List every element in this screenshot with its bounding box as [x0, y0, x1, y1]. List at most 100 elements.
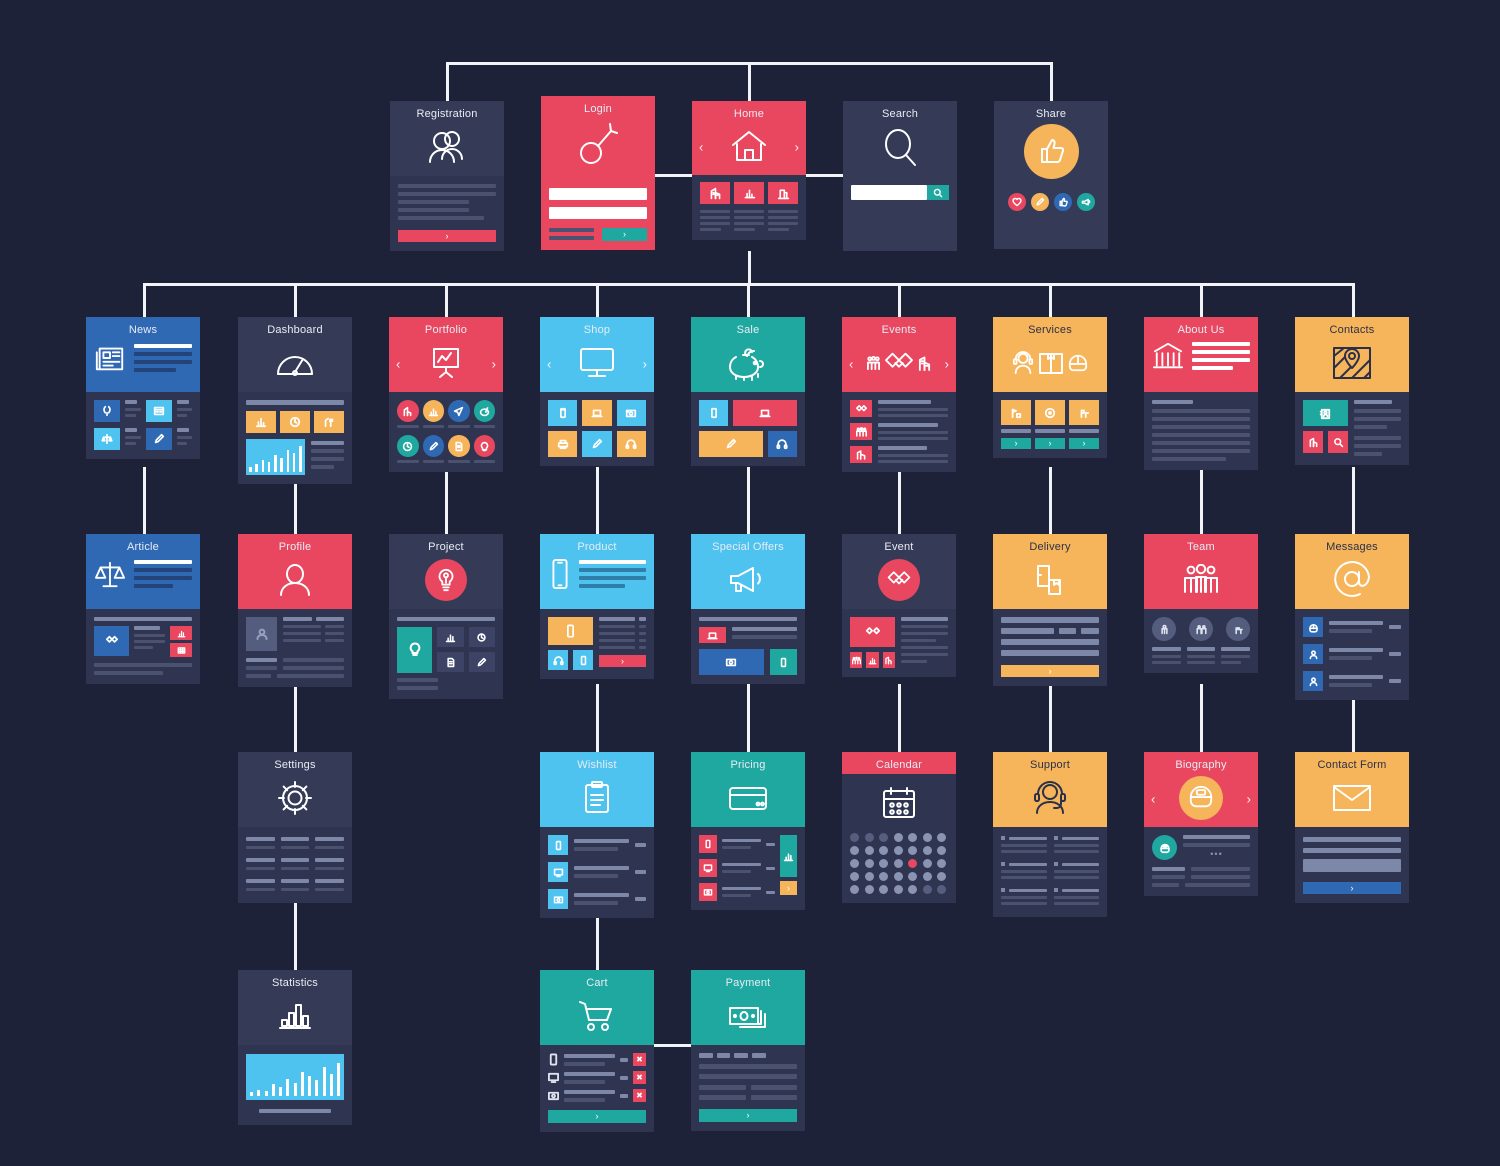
- card-messages[interactable]: Messages: [1295, 534, 1409, 700]
- card-login[interactable]: Login ›: [541, 96, 655, 250]
- share-reaction-heart[interactable]: [1007, 193, 1026, 211]
- cart-checkout-button[interactable]: ›: [548, 1110, 646, 1123]
- team-member-2[interactable]: [1189, 617, 1213, 641]
- portfolio-icon-6[interactable]: [422, 435, 444, 457]
- project-tile-pen[interactable]: [468, 652, 496, 672]
- portfolio-prev-arrow[interactable]: ‹: [396, 356, 400, 371]
- offers-tile-camera[interactable]: [699, 649, 764, 675]
- card-about-us[interactable]: About Us: [1144, 317, 1258, 470]
- events-row-icon-1[interactable]: [850, 400, 872, 417]
- sale-tile-pen[interactable]: [699, 431, 763, 457]
- home-prev-arrow[interactable]: ‹: [699, 139, 703, 154]
- services-tile-2[interactable]: [1035, 400, 1065, 425]
- messages-avatar-1[interactable]: [1303, 617, 1323, 637]
- product-thumb-phone[interactable]: [573, 650, 594, 670]
- card-search[interactable]: Search: [843, 101, 957, 251]
- cart-remove-button-1[interactable]: ✖: [633, 1053, 646, 1066]
- shop-tile-pen[interactable]: [582, 431, 612, 457]
- pricing-item-monitor[interactable]: [699, 859, 717, 877]
- card-wishlist[interactable]: Wishlist: [540, 752, 654, 918]
- services-cta-1[interactable]: ›: [1001, 438, 1031, 449]
- statistics-scrollbar[interactable]: [258, 1109, 332, 1113]
- card-biography[interactable]: Biography ‹ › •••: [1144, 752, 1258, 896]
- portfolio-icon-5[interactable]: [397, 435, 419, 457]
- pricing-item-camera[interactable]: [699, 883, 717, 901]
- portfolio-icon-2[interactable]: [422, 400, 444, 422]
- article-tile-handshake[interactable]: [94, 626, 130, 656]
- home-next-arrow[interactable]: ›: [795, 139, 799, 154]
- project-tile-chart[interactable]: [437, 627, 464, 647]
- card-pricing[interactable]: Pricing ›: [691, 752, 805, 910]
- contact-form-field-2[interactable]: [1303, 848, 1401, 853]
- project-tile-idea[interactable]: [397, 627, 433, 673]
- article-tile-chart[interactable]: [170, 626, 192, 640]
- card-events[interactable]: Events ‹ ›: [842, 317, 956, 472]
- services-cta-3[interactable]: ›: [1069, 438, 1099, 449]
- news-tile-scales[interactable]: [94, 428, 120, 450]
- biography-prev-arrow[interactable]: ‹: [1151, 791, 1155, 806]
- card-team[interactable]: Team: [1144, 534, 1258, 673]
- registration-submit-button[interactable]: ›: [398, 230, 496, 242]
- login-password-field[interactable]: [549, 207, 647, 219]
- payment-submit-button[interactable]: ›: [699, 1109, 797, 1122]
- pricing-compare-button[interactable]: [780, 835, 797, 877]
- contacts-tile-building[interactable]: [1303, 431, 1324, 453]
- product-image-main[interactable]: [548, 617, 594, 645]
- login-username-field[interactable]: [549, 188, 647, 200]
- card-article[interactable]: Article: [86, 534, 200, 684]
- biography-next-arrow[interactable]: ›: [1247, 791, 1251, 806]
- portfolio-next-arrow[interactable]: ›: [492, 356, 496, 371]
- shop-prev-arrow[interactable]: ‹: [547, 356, 551, 371]
- card-cart[interactable]: Cart ✖ ✖ ✖ ›: [540, 970, 654, 1132]
- article-tile-grid[interactable]: [170, 643, 192, 657]
- contacts-tile-search[interactable]: [1328, 431, 1349, 453]
- search-submit-button[interactable]: [927, 185, 949, 200]
- event-thumb-chart[interactable]: [866, 652, 879, 668]
- card-dashboard[interactable]: Dashboard: [238, 317, 352, 484]
- events-next-arrow[interactable]: ›: [945, 356, 949, 371]
- portfolio-icon-3[interactable]: [448, 400, 470, 422]
- team-member-3[interactable]: [1226, 617, 1250, 641]
- product-buy-button[interactable]: ›: [599, 655, 646, 667]
- sale-tile-phone[interactable]: [699, 400, 729, 426]
- events-prev-arrow[interactable]: ‹: [849, 356, 853, 371]
- card-event[interactable]: Event: [842, 534, 956, 677]
- card-support[interactable]: Support: [993, 752, 1107, 917]
- offers-tile-laptop[interactable]: [699, 627, 727, 643]
- card-delivery[interactable]: Delivery ›: [993, 534, 1107, 686]
- card-settings[interactable]: Settings: [238, 752, 352, 903]
- project-tile-doc[interactable]: [437, 652, 464, 672]
- portfolio-icon-7[interactable]: [448, 435, 470, 457]
- login-submit-button[interactable]: ›: [601, 228, 647, 241]
- card-news[interactable]: News: [86, 317, 200, 459]
- portfolio-icon-4[interactable]: [473, 400, 495, 422]
- offers-tile-phone[interactable]: [769, 649, 797, 675]
- services-tile-1[interactable]: [1001, 400, 1031, 425]
- event-thumb-building[interactable]: [882, 652, 896, 668]
- card-contacts[interactable]: Contacts: [1295, 317, 1409, 465]
- team-member-1[interactable]: [1152, 617, 1176, 641]
- news-tile-balloon[interactable]: [94, 400, 120, 422]
- shop-tile-headphones[interactable]: [616, 431, 646, 457]
- card-share[interactable]: Share: [994, 101, 1108, 249]
- card-product[interactable]: Product ›: [540, 534, 654, 679]
- project-tile-clock[interactable]: [468, 627, 496, 647]
- sale-tile-laptop[interactable]: [733, 400, 797, 426]
- shop-next-arrow[interactable]: ›: [643, 356, 647, 371]
- shop-tile-printer[interactable]: [548, 431, 578, 457]
- contact-form-message-field[interactable]: [1303, 859, 1401, 872]
- cart-remove-button-2[interactable]: ✖: [633, 1071, 646, 1084]
- services-cta-2[interactable]: ›: [1035, 438, 1065, 449]
- share-reaction-megaphone[interactable]: [1076, 193, 1095, 211]
- card-contact-form[interactable]: Contact Form ›: [1295, 752, 1409, 903]
- card-registration[interactable]: Registration ›: [390, 101, 504, 251]
- home-tile-2[interactable]: [734, 182, 764, 204]
- card-portfolio[interactable]: Portfolio ‹ ›: [389, 317, 503, 472]
- product-thumb-headphones[interactable]: [548, 650, 569, 670]
- events-row-icon-2[interactable]: [850, 423, 872, 440]
- search-input[interactable]: [851, 185, 927, 200]
- card-services[interactable]: Services › › ›: [993, 317, 1107, 458]
- card-calendar[interactable]: Calendar: [842, 752, 956, 903]
- card-project[interactable]: Project: [389, 534, 503, 699]
- share-reaction-pen[interactable]: [1030, 193, 1049, 211]
